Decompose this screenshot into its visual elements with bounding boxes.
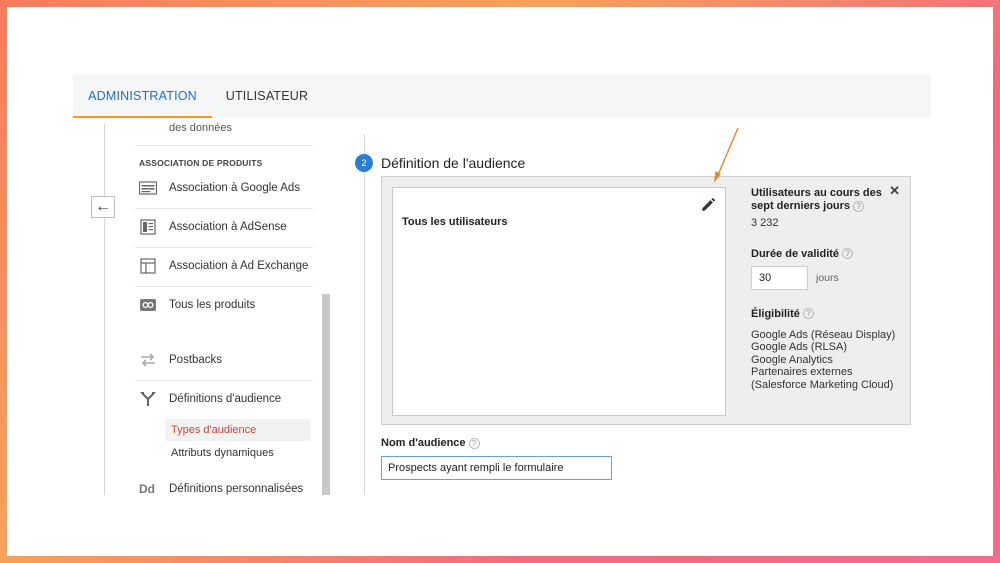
sidebar-subitem-label: Types d'audience bbox=[171, 424, 257, 436]
sidebar-subitem-audience-types[interactable]: Types d'audience bbox=[165, 419, 311, 441]
sidebar-item-label: Postbacks bbox=[169, 354, 223, 366]
dd-icon: Dd bbox=[139, 482, 155, 495]
eligibility-item: Google Ads (RLSA) bbox=[751, 341, 847, 353]
help-icon[interactable]: ? bbox=[468, 437, 480, 449]
users-heading: Utilisateurs au cours des sept derniers … bbox=[751, 187, 901, 213]
sidebar-item-label: Association à AdSense bbox=[169, 221, 287, 233]
google-ads-link-icon bbox=[139, 181, 157, 195]
segment-box[interactable]: Tous les utilisateurs bbox=[392, 187, 726, 416]
nav-divider bbox=[135, 380, 313, 381]
validity-days-input[interactable]: 30 bbox=[751, 266, 808, 290]
help-icon[interactable]: ? bbox=[802, 308, 814, 320]
eligibility-heading: Éligibilité? bbox=[751, 308, 901, 321]
nav-divider bbox=[135, 286, 313, 287]
sidebar-item-cut[interactable]: des données bbox=[169, 122, 232, 134]
step-title: Définition de l'audience bbox=[381, 155, 526, 171]
back-arrow-button[interactable]: ← bbox=[91, 196, 115, 218]
help-icon[interactable]: ? bbox=[842, 248, 854, 260]
tab-utilisateur[interactable]: UTILISATEUR bbox=[212, 74, 322, 118]
users-value: 3 232 bbox=[751, 217, 779, 229]
audience-fork-icon bbox=[140, 392, 156, 406]
audience-name-label: Nom d'audience? bbox=[381, 437, 480, 449]
segment-title: Tous les utilisateurs bbox=[402, 216, 508, 228]
eligibility-list: Google Ads (Réseau Display) Google Ads (… bbox=[751, 329, 901, 392]
arrow-left-icon: ← bbox=[95, 198, 111, 215]
nav-divider bbox=[135, 247, 313, 248]
all-products-icon bbox=[140, 299, 156, 311]
step-number-badge: 2 bbox=[355, 154, 373, 172]
eligibility-item: Google Analytics bbox=[751, 353, 833, 366]
annotation-arrow-icon bbox=[714, 127, 739, 183]
sidebar-item-custom-definitions[interactable]: Dd Définitions personnalisées bbox=[135, 475, 315, 495]
sidebar-item-postbacks[interactable]: Postbacks bbox=[135, 346, 315, 376]
sidebar-item-label: Association à Ad Exchange bbox=[169, 260, 309, 272]
nav-divider bbox=[135, 208, 313, 209]
ad-exchange-link-icon bbox=[140, 258, 156, 274]
eligibility-item: Google Ads (Réseau Display) bbox=[751, 328, 896, 341]
tab-bar: ADMINISTRATION UTILISATEUR bbox=[73, 74, 931, 118]
postbacks-icon bbox=[141, 353, 155, 367]
sidebar-item-label: Tous les produits bbox=[169, 299, 256, 311]
sidebar-item-ad-exchange[interactable]: Association à Ad Exchange bbox=[135, 252, 315, 282]
pencil-edit-icon[interactable] bbox=[701, 198, 715, 212]
sidebar-item-all-products[interactable]: Tous les produits bbox=[135, 291, 315, 321]
ga-admin-screen: ADMINISTRATION UTILISATEUR ← des données… bbox=[73, 74, 931, 495]
eligibility-heading-text: Éligibilité bbox=[751, 307, 800, 320]
sidebar-subitem-dynamic-attributes[interactable]: Attributs dynamiques bbox=[165, 442, 311, 464]
validity-heading-text: Durée de validité bbox=[751, 247, 840, 260]
tab-administration[interactable]: ADMINISTRATION bbox=[73, 74, 212, 118]
frame: ADMINISTRATION UTILISATEUR ← des données… bbox=[7, 7, 993, 556]
sidebar-item-google-ads[interactable]: Association à Google Ads bbox=[135, 174, 315, 204]
validity-heading: Durée de validité? bbox=[751, 248, 901, 261]
audience-definition-panel: Tous les utilisateurs ✕ Utilisateurs au … bbox=[381, 176, 911, 425]
nav-divider bbox=[135, 145, 313, 146]
sidebar-item-audience-definitions[interactable]: Définitions d'audience bbox=[135, 385, 315, 415]
eligibility-item: Partenaires externes bbox=[751, 366, 853, 378]
step-timeline-line bbox=[364, 134, 365, 495]
sidebar-item-label: Association à Google Ads bbox=[169, 182, 301, 194]
section-label-association: ASSOCIATION DE PRODUITS bbox=[139, 158, 263, 168]
validity-unit-label: jours bbox=[816, 272, 839, 284]
help-icon[interactable]: ? bbox=[853, 200, 865, 212]
sidebar-item-label: Définitions personnalisées bbox=[169, 483, 304, 495]
adsense-link-icon bbox=[140, 219, 156, 235]
sidebar-item-label: Définitions d'audience bbox=[169, 393, 282, 405]
sidebar-scrollbar[interactable] bbox=[322, 294, 330, 495]
sidebar-subitem-label: Attributs dynamiques bbox=[171, 447, 274, 459]
sidebar-item-adsense[interactable]: Association à AdSense bbox=[135, 213, 315, 243]
audience-name-input[interactable]: Prospects ayant rempli le formulaire bbox=[381, 456, 612, 480]
audience-name-label-text: Nom d'audience bbox=[381, 437, 466, 449]
eligibility-item: (Salesforce Marketing Cloud) bbox=[751, 378, 894, 391]
nav-timeline-line bbox=[104, 124, 105, 495]
